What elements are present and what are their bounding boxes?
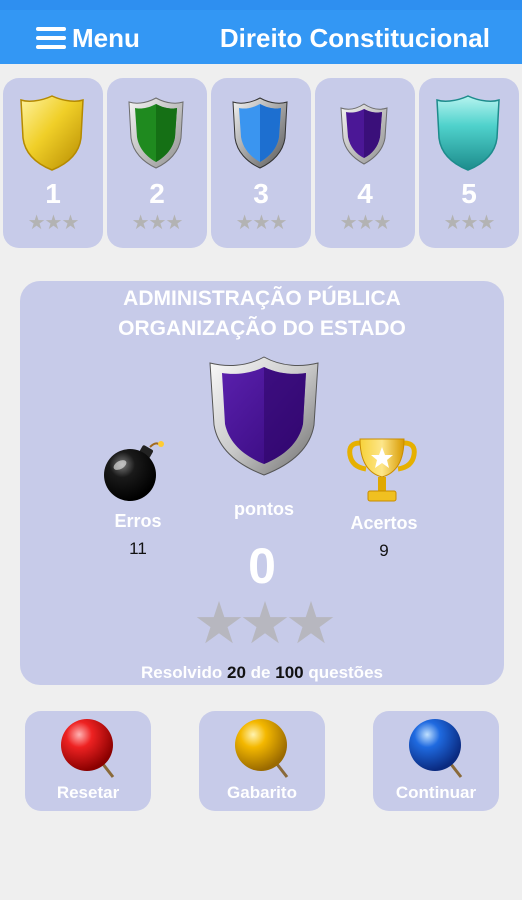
score-stars: ★★★ bbox=[193, 591, 337, 656]
level-stars: ★★★ bbox=[339, 212, 392, 234]
level-card-1[interactable]: 1 ★★★ bbox=[3, 78, 103, 248]
hits-value: 9 bbox=[379, 541, 389, 560]
errors-label: Erros bbox=[114, 511, 162, 531]
resolved-mid: de bbox=[250, 663, 271, 682]
teal-shield-icon bbox=[436, 95, 500, 171]
answers-button[interactable]: Gabarito bbox=[199, 711, 325, 811]
continue-label: Continuar bbox=[395, 783, 477, 802]
green-shield-icon bbox=[128, 97, 184, 169]
level-number: 1 bbox=[45, 178, 61, 209]
level-stars: ★★★ bbox=[443, 212, 496, 234]
level-number: 3 bbox=[253, 178, 269, 209]
level-stars: ★★★ bbox=[131, 212, 184, 234]
level-card-4[interactable]: 4 ★★★ bbox=[315, 78, 415, 248]
gold-shield-icon bbox=[20, 95, 84, 171]
topic-title: ADMINISTRAÇÃO PÚBLICA bbox=[123, 287, 401, 310]
hamburger-icon bbox=[36, 27, 66, 49]
level-stars: ★★★ bbox=[27, 212, 80, 234]
resolved-prefix: Resolvido bbox=[141, 663, 223, 682]
level-stars: ★★★ bbox=[235, 212, 288, 234]
resolved-count: 20 bbox=[227, 663, 246, 682]
bomb-icon bbox=[104, 441, 164, 501]
continue-button[interactable]: Continuar bbox=[373, 711, 499, 811]
app-bar: Menu Direito Constitucional bbox=[0, 10, 522, 64]
points-label: pontos bbox=[234, 499, 294, 519]
level-selector: 1 ★★★ 2 ★★★ 3 ★★★ 4 ★★★ 5 ★★★ bbox=[0, 78, 522, 248]
purple-shield-icon bbox=[340, 103, 388, 165]
reset-button[interactable]: Resetar bbox=[25, 711, 151, 811]
level-number: 4 bbox=[357, 178, 373, 209]
results-panel: ADMINISTRAÇÃO PÚBLICA ORGANIZAÇÃO DO EST… bbox=[20, 281, 504, 685]
status-bar bbox=[0, 0, 522, 10]
resolved-suffix: questões bbox=[308, 663, 383, 682]
level-card-3[interactable]: 3 ★★★ bbox=[211, 78, 311, 248]
blue-pin-icon bbox=[409, 719, 463, 778]
page-title: Direito Constitucional bbox=[219, 23, 490, 53]
menu-label: Menu bbox=[72, 22, 140, 53]
blue-shield-icon bbox=[232, 97, 288, 169]
level-number: 5 bbox=[461, 178, 477, 209]
topic-subtitle: ORGANIZAÇÃO DO ESTADO bbox=[118, 317, 406, 340]
level-card-5[interactable]: 5 ★★★ bbox=[419, 78, 519, 248]
level-card-2[interactable]: 2 ★★★ bbox=[107, 78, 207, 248]
answers-label: Gabarito bbox=[227, 783, 297, 802]
reset-label: Resetar bbox=[56, 783, 120, 802]
resolved-summary: Resolvido 20 de 100 questões bbox=[20, 663, 504, 683]
menu-button[interactable]: Menu bbox=[36, 22, 140, 54]
red-pin-icon bbox=[61, 719, 115, 778]
trophy-icon bbox=[347, 438, 417, 502]
purple-shield-icon bbox=[209, 356, 319, 476]
yellow-pin-icon bbox=[235, 719, 289, 778]
level-number: 2 bbox=[149, 178, 165, 209]
hits-label: Acertos bbox=[350, 513, 418, 533]
resolved-total: 100 bbox=[275, 663, 304, 682]
